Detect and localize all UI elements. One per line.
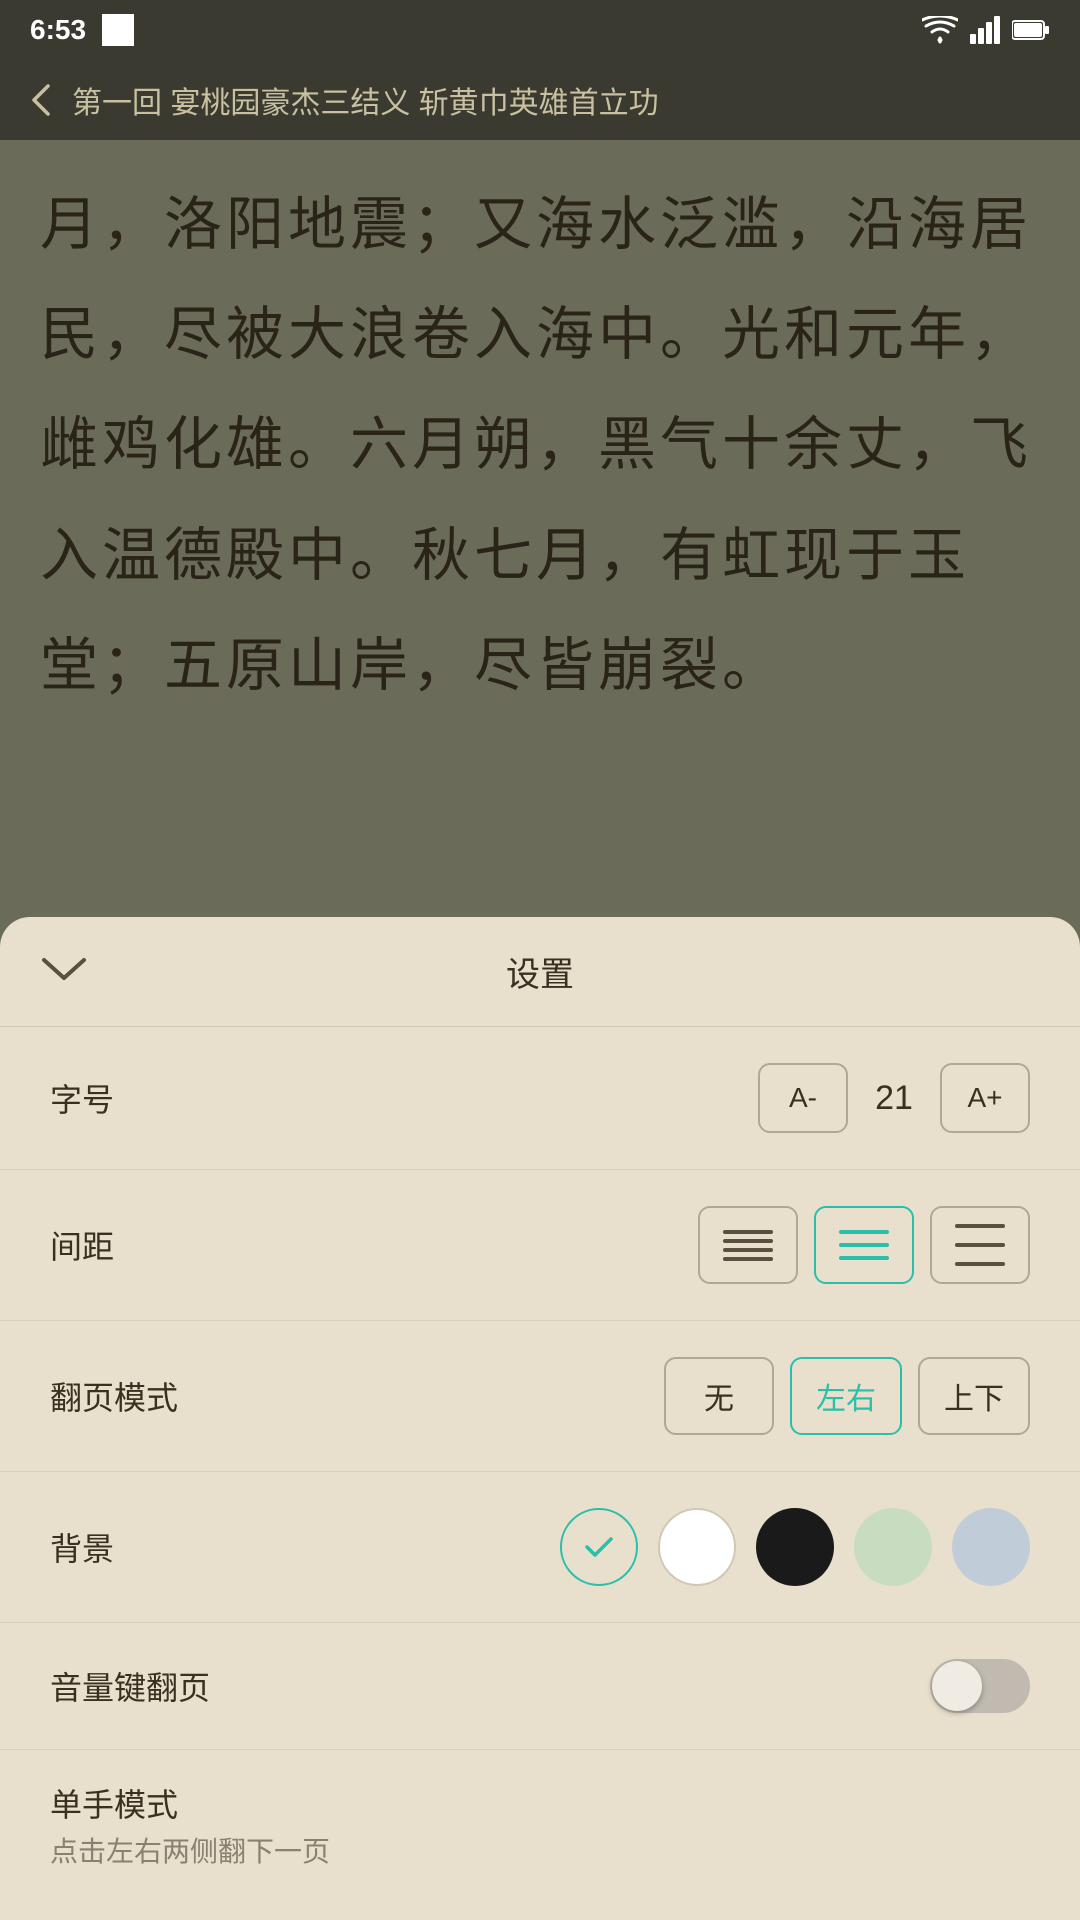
- photo-icon: 🖼: [102, 14, 134, 46]
- spacing-label: 间距: [50, 1222, 114, 1268]
- status-left: 6:53 🖼: [30, 14, 134, 46]
- spacing-wide-button[interactable]: [930, 1206, 1030, 1284]
- back-button[interactable]: [30, 82, 52, 118]
- single-hand-sublabel: 点击左右两侧翻下一页: [50, 1830, 330, 1870]
- battery-icon: [1012, 19, 1050, 41]
- settings-title: 设置: [506, 947, 574, 996]
- spacing-normal-button[interactable]: [814, 1206, 914, 1284]
- single-hand-row: 单手模式 点击左右两侧翻下一页: [0, 1750, 1080, 1880]
- background-white-button[interactable]: [658, 1508, 736, 1586]
- status-time: 6:53: [30, 14, 86, 46]
- spacing-compact-button[interactable]: [698, 1206, 798, 1284]
- volume-flip-row: 音量键翻页: [0, 1623, 1080, 1750]
- font-decrease-button[interactable]: A-: [758, 1063, 848, 1133]
- page-mode-none-button[interactable]: 无: [664, 1357, 774, 1435]
- settings-close-button[interactable]: [40, 951, 88, 993]
- page-mode-controls: 无 左右 上下: [664, 1357, 1030, 1435]
- background-blue-button[interactable]: [952, 1508, 1030, 1586]
- font-size-value: 21: [864, 1079, 924, 1118]
- spacing-row: 间距: [0, 1170, 1080, 1321]
- volume-flip-label: 音量键翻页: [50, 1663, 210, 1709]
- chapter-title: 第一回 宴桃园豪杰三结义 斩黄巾英雄首立功: [72, 78, 659, 122]
- page-mode-lr-button[interactable]: 左右: [790, 1357, 902, 1435]
- page-mode-row: 翻页模式 无 左右 上下: [0, 1321, 1080, 1472]
- spacing-controls: [698, 1206, 1030, 1284]
- background-swatches: [560, 1508, 1030, 1586]
- signal-icon: [970, 16, 1000, 44]
- background-green-button[interactable]: [854, 1508, 932, 1586]
- wifi-icon: [922, 16, 958, 44]
- background-row: 背景: [0, 1472, 1080, 1623]
- settings-header: 设置: [0, 917, 1080, 1027]
- background-label: 背景: [50, 1524, 114, 1570]
- volume-flip-toggle[interactable]: [930, 1659, 1030, 1713]
- toggle-knob: [932, 1661, 982, 1711]
- single-hand-label: 单手模式: [50, 1780, 330, 1826]
- page-mode-label: 翻页模式: [50, 1373, 178, 1419]
- page-mode-ud-button[interactable]: 上下: [918, 1357, 1030, 1435]
- reading-text: 月，洛阳地震；又海水泛滥，沿海居民，尽被大浪卷入海中。光和元年，雌鸡化雄。六月朔…: [40, 170, 1040, 721]
- background-beige-button[interactable]: [560, 1508, 638, 1586]
- background-black-button[interactable]: [756, 1508, 834, 1586]
- status-right: [922, 16, 1050, 44]
- font-increase-button[interactable]: A+: [940, 1063, 1030, 1133]
- font-size-row: 字号 A- 21 A+: [0, 1027, 1080, 1170]
- status-bar: 6:53 🖼: [0, 0, 1080, 60]
- nav-bar: 第一回 宴桃园豪杰三结义 斩黄巾英雄首立功: [0, 60, 1080, 140]
- settings-panel: 设置 字号 A- 21 A+ 间距: [0, 917, 1080, 1920]
- font-size-controls: A- 21 A+: [758, 1063, 1030, 1133]
- font-size-label: 字号: [50, 1075, 114, 1121]
- reading-area[interactable]: 月，洛阳地震；又海水泛滥，沿海居民，尽被大浪卷入海中。光和元年，雌鸡化雄。六月朔…: [0, 140, 1080, 860]
